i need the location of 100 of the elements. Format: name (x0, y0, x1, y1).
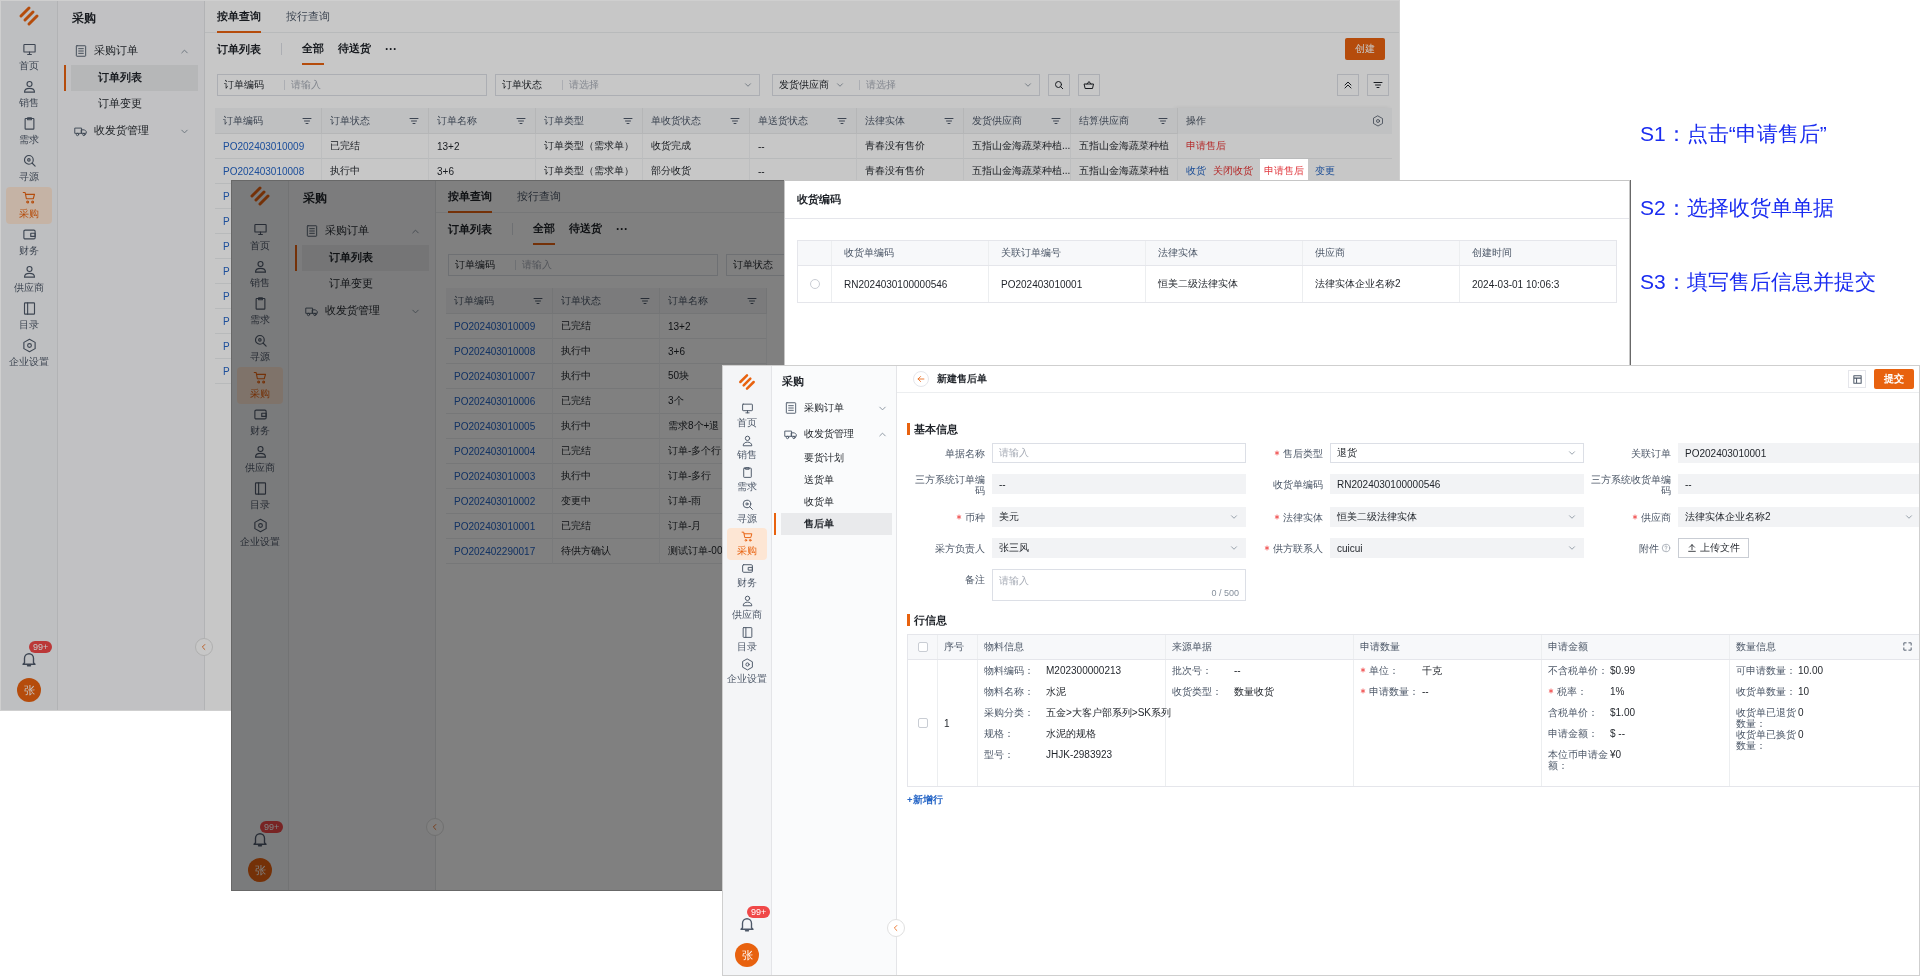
basket-button[interactable] (1078, 74, 1100, 96)
nav-item[interactable]: 采购 (727, 528, 767, 560)
nav-item[interactable]: 供应商 (727, 592, 767, 624)
more-button[interactable]: ··· (385, 42, 397, 56)
text-area[interactable]: 请输入 0 / 500 (992, 569, 1246, 601)
menu-group[interactable]: 采购订单 (289, 217, 435, 245)
nav-item[interactable]: 销售 (237, 256, 283, 293)
menu-item[interactable]: 订单变更 (295, 271, 429, 297)
menu-group[interactable]: 采购订单 (772, 395, 896, 421)
avatar[interactable]: 张 (735, 943, 759, 967)
select-value: 美元 (999, 510, 1019, 524)
nav-item[interactable]: 目录 (237, 478, 283, 515)
order-link[interactable]: PO202403010004 (454, 445, 536, 457)
menu-item[interactable]: 要货计划 (774, 447, 892, 469)
nav-item[interactable]: 销售 (6, 76, 52, 113)
table-cell: 部分收货 (651, 164, 691, 178)
bell-icon[interactable] (251, 830, 269, 848)
bell-icon[interactable] (738, 915, 756, 933)
search-button[interactable] (1048, 74, 1070, 96)
nav-item[interactable]: 财务 (727, 560, 767, 592)
order-link[interactable]: PO202403010007 (454, 370, 536, 382)
nav-item[interactable]: 供应商 (6, 261, 52, 298)
menu-group[interactable]: 收发货管理 (772, 421, 896, 447)
add-row-link[interactable]: +新增行 (907, 794, 943, 807)
menu-group[interactable]: 采购订单 (58, 37, 204, 65)
nav-item[interactable]: 寻源 (237, 330, 283, 367)
nav-item[interactable]: 采购 (6, 187, 52, 224)
nav-item[interactable]: 首页 (237, 219, 283, 256)
order-link[interactable]: PO202403010009 (223, 140, 305, 152)
nav-item[interactable]: 企业设置 (237, 515, 283, 552)
menu-item[interactable]: 收货单 (774, 491, 892, 513)
nav-item[interactable]: 财务 (6, 224, 52, 261)
order-link[interactable]: P (223, 340, 230, 352)
tab[interactable]: 按行查询 (286, 1, 330, 33)
order-link[interactable]: PO202403010002 (454, 495, 536, 507)
nav-item[interactable]: 目录 (727, 624, 767, 656)
order-link[interactable]: P (223, 240, 230, 252)
filter-button[interactable] (1367, 74, 1389, 96)
nav-item[interactable]: 供应商 (237, 441, 283, 478)
avatar[interactable]: 张 (248, 858, 272, 882)
upload-button[interactable]: 上传文件 (1678, 538, 1749, 558)
order-link[interactable]: P (223, 315, 230, 327)
create-button[interactable]: 创建 (1345, 38, 1385, 60)
avatar[interactable]: 张 (17, 678, 41, 702)
menu-item[interactable]: 订单变更 (64, 91, 198, 117)
order-link[interactable]: PO202402290017 (454, 545, 536, 557)
nav-item[interactable]: 需求 (6, 113, 52, 150)
filter-field[interactable]: 订单编码 请输入 (217, 74, 487, 96)
nav-item[interactable]: 首页 (727, 400, 767, 432)
nav-item[interactable]: 需求 (237, 293, 283, 330)
menu-item[interactable]: 订单列表 (295, 245, 429, 271)
order-link[interactable]: PO202403010005 (454, 420, 536, 432)
order-link[interactable]: PO202403010003 (454, 470, 536, 482)
bell-icon[interactable] (20, 650, 38, 668)
submit-button[interactable]: 提交 (1874, 369, 1914, 389)
select-value: 恒美二级法律实体 (1337, 510, 1417, 524)
settings-icon[interactable] (1372, 115, 1384, 127)
action-link[interactable]: 申请售后 (1260, 159, 1308, 183)
menu-item[interactable]: 售后单 (774, 513, 892, 535)
radio-button[interactable] (809, 279, 820, 289)
nav-item[interactable]: 企业设置 (6, 335, 52, 372)
action-link[interactable]: 收货 (1186, 164, 1206, 178)
order-link[interactable]: PO202403010001 (454, 520, 536, 532)
nav-item[interactable]: 寻源 (727, 496, 767, 528)
order-link[interactable]: P (223, 265, 230, 277)
filter-field[interactable]: 订单状态 请选择 (495, 74, 760, 96)
order-link[interactable]: PO202403010009 (454, 320, 536, 332)
filter-field[interactable]: 发货供应商 请选择 (772, 74, 1040, 96)
filter-tab[interactable]: 待送货 (569, 213, 602, 245)
checkbox[interactable] (917, 642, 928, 652)
nav-item[interactable]: 目录 (6, 298, 52, 335)
menu-group[interactable]: 收发货管理 (289, 297, 435, 325)
layout-button[interactable] (1848, 370, 1866, 388)
order-link[interactable]: P (223, 215, 230, 227)
select-field[interactable]: 退货 (1330, 443, 1584, 463)
order-link[interactable]: PO202403010008 (223, 165, 305, 177)
nav-item[interactable]: 财务 (237, 404, 283, 441)
document-icon (305, 224, 319, 238)
filter-tab[interactable]: 待送货 (338, 33, 371, 65)
nav-item[interactable]: 首页 (6, 39, 52, 76)
checkbox[interactable] (917, 718, 928, 728)
menu-item[interactable]: 订单列表 (64, 65, 198, 91)
collapse-up-button[interactable] (1337, 74, 1359, 96)
action-link[interactable]: 关闭收货 (1213, 164, 1253, 178)
nav-item[interactable]: 寻源 (6, 150, 52, 187)
nav-item[interactable]: 销售 (727, 432, 767, 464)
more-button[interactable]: ··· (616, 222, 628, 236)
menu-group[interactable]: 收发货管理 (58, 117, 204, 145)
nav-item[interactable]: 企业设置 (727, 656, 767, 688)
action-link[interactable]: 变更 (1315, 164, 1335, 178)
fullscreen-icon[interactable] (1902, 641, 1913, 652)
nav-item[interactable]: 需求 (727, 464, 767, 496)
menu-item[interactable]: 送货单 (774, 469, 892, 491)
order-link[interactable]: P (223, 290, 230, 302)
order-link[interactable]: PO202403010008 (454, 345, 536, 357)
order-link[interactable]: P (223, 365, 230, 377)
order-link[interactable]: P (223, 190, 230, 202)
order-link[interactable]: PO202403010006 (454, 395, 536, 407)
tab[interactable]: 按行查询 (517, 181, 561, 213)
action-link[interactable]: 申请售后 (1186, 139, 1226, 153)
